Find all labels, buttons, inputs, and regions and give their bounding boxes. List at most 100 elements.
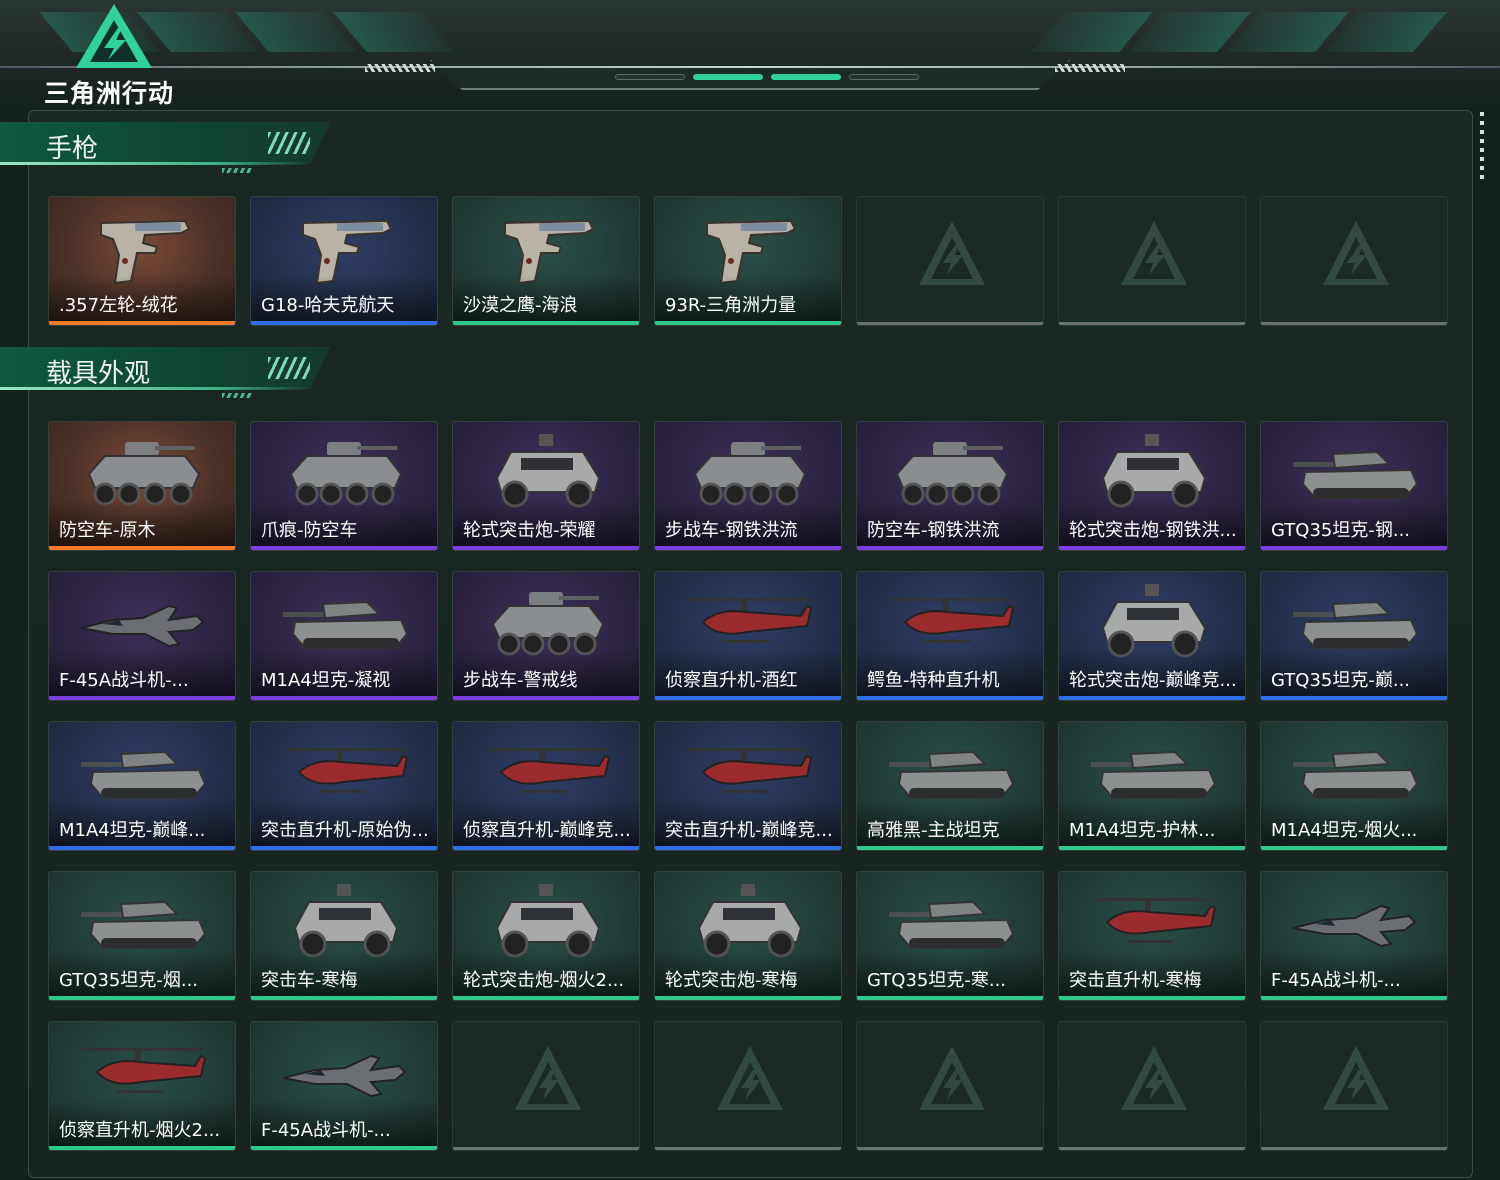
skin-card[interactable]: GTQ35坦克-巅... xyxy=(1260,571,1448,701)
quality-underline xyxy=(49,321,235,325)
skin-card-label: 突击直升机-原始伪... xyxy=(261,820,429,841)
skin-card[interactable]: 轮式突击炮-钢铁洪... xyxy=(1058,421,1246,551)
skin-card-label: 沙漠之鹰-海浪 xyxy=(463,295,578,316)
quality-underline xyxy=(1261,1147,1447,1150)
skin-card-label: GTQ35坦克-钢... xyxy=(1271,520,1411,541)
skin-card[interactable]: 防空车-钢铁洪流 xyxy=(856,421,1044,551)
section-header-pistols: 手枪 xyxy=(0,122,330,178)
skin-card-label: 侦察直升机-巅峰竞... xyxy=(463,820,631,841)
skin-card[interactable]: 突击车-寒梅 xyxy=(250,871,438,1001)
quality-underline xyxy=(1059,696,1245,700)
quality-underline xyxy=(655,696,841,700)
header-stripes-right xyxy=(1031,12,1447,52)
placeholder-logo-icon xyxy=(919,1046,985,1110)
vehicle-grid: 防空车-原木 爪痕-防空车轮式突击炮-荣耀 步战车-钢铁洪流 防空车-钢铁洪流轮式突击… xyxy=(48,421,1448,1151)
skin-card-label: GTQ35坦克-巅... xyxy=(1271,670,1411,691)
skin-card-label: 侦察直升机-酒红 xyxy=(665,670,798,691)
quality-underline xyxy=(453,321,639,325)
skin-card[interactable]: 侦察直升机-酒红 xyxy=(654,571,842,701)
scrollbar[interactable] xyxy=(1480,112,1484,182)
skin-card[interactable]: 步战车-警戒线 xyxy=(452,571,640,701)
skin-card-label: 轮式突击炮-荣耀 xyxy=(463,520,596,541)
skin-card-label: 步战车-警戒线 xyxy=(463,670,578,691)
skin-card[interactable]: M1A4坦克-巅峰... xyxy=(48,721,236,851)
quality-underline xyxy=(49,996,235,1000)
skin-card-label: .357左轮-绒花 xyxy=(59,295,178,316)
skin-card[interactable]: GTQ35坦克-寒... xyxy=(856,871,1044,1001)
skin-card-label: 轮式突击炮-巅峰竞... xyxy=(1069,670,1237,691)
quality-underline xyxy=(251,696,437,700)
skin-card[interactable]: M1A4坦克-烟火... xyxy=(1260,721,1448,851)
skin-card-label: 高雅黑-主战坦克 xyxy=(867,820,1000,841)
quality-underline xyxy=(1059,846,1245,850)
page-indicator xyxy=(615,74,919,80)
skin-card[interactable]: M1A4坦克-护林... xyxy=(1058,721,1246,851)
quality-underline xyxy=(1261,696,1447,700)
skin-card[interactable]: M1A4坦克-凝视 xyxy=(250,571,438,701)
skin-card[interactable]: 轮式突击炮-巅峰竞... xyxy=(1058,571,1246,701)
quality-underline xyxy=(251,996,437,1000)
quality-underline xyxy=(857,996,1043,1000)
skin-card[interactable]: 沙漠之鹰-海浪 xyxy=(452,196,640,326)
placeholder-logo-icon xyxy=(1323,221,1389,285)
skin-card[interactable]: 突击直升机-巅峰竞... xyxy=(654,721,842,851)
placeholder-logo-icon xyxy=(1121,1046,1187,1110)
quality-underline xyxy=(857,546,1043,550)
header-hatch-left xyxy=(365,64,435,72)
skin-card[interactable]: GTQ35坦克-钢... xyxy=(1260,421,1448,551)
section-title: 载具外观 xyxy=(46,359,151,389)
skin-card-label: 侦察直升机-烟火2... xyxy=(59,1120,221,1141)
skin-card[interactable]: F-45A战斗机-... xyxy=(48,571,236,701)
placeholder-logo-icon xyxy=(717,1046,783,1110)
quality-underline xyxy=(251,1146,437,1150)
skin-card[interactable]: 侦察直升机-烟火2... xyxy=(48,1021,236,1151)
skin-card-label: M1A4坦克-烟火... xyxy=(1271,820,1418,841)
quality-underline xyxy=(655,321,841,325)
skin-card[interactable]: .357左轮-绒花 xyxy=(48,196,236,326)
quality-underline xyxy=(1059,322,1245,325)
empty-slot xyxy=(1260,196,1448,326)
quality-underline xyxy=(655,1147,841,1150)
skin-card-label: F-45A战斗机-... xyxy=(59,670,189,691)
skin-card[interactable]: 爪痕-防空车 xyxy=(250,421,438,551)
quality-underline xyxy=(49,1146,235,1150)
skin-card[interactable]: 步战车-钢铁洪流 xyxy=(654,421,842,551)
skin-card[interactable]: F-45A战斗机-... xyxy=(1260,871,1448,1001)
skin-card[interactable]: 鳄鱼-特种直升机 xyxy=(856,571,1044,701)
quality-underline xyxy=(857,322,1043,325)
skin-card[interactable]: 突击直升机-原始伪... xyxy=(250,721,438,851)
quality-underline xyxy=(49,546,235,550)
skin-card-label: GTQ35坦克-烟... xyxy=(59,970,199,991)
quality-underline xyxy=(453,546,639,550)
skin-card-label: G18-哈夫克航天 xyxy=(261,295,395,316)
empty-slot xyxy=(856,196,1044,326)
empty-slot xyxy=(1058,1021,1246,1151)
quality-underline xyxy=(1261,546,1447,550)
skin-card[interactable]: G18-哈夫克航天 xyxy=(250,196,438,326)
skin-card-label: M1A4坦克-巅峰... xyxy=(59,820,206,841)
skin-card-label: 轮式突击炮-钢铁洪... xyxy=(1069,520,1237,541)
skin-card-label: 轮式突击炮-烟火2... xyxy=(463,970,625,991)
skin-card[interactable]: 侦察直升机-巅峰竞... xyxy=(452,721,640,851)
quality-underline xyxy=(453,1147,639,1150)
empty-slot xyxy=(654,1021,842,1151)
empty-slot xyxy=(1058,196,1246,326)
quality-underline xyxy=(251,546,437,550)
quality-underline xyxy=(1261,846,1447,850)
skin-card[interactable]: 轮式突击炮-烟火2... xyxy=(452,871,640,1001)
placeholder-logo-icon xyxy=(919,221,985,285)
quality-underline xyxy=(453,696,639,700)
skin-card[interactable]: F-45A战斗机-... xyxy=(250,1021,438,1151)
skin-card[interactable]: 防空车-原木 xyxy=(48,421,236,551)
skin-card[interactable]: 轮式突击炮-寒梅 xyxy=(654,871,842,1001)
quality-underline xyxy=(1059,1147,1245,1150)
skin-card[interactable]: 93R-三角洲力量 xyxy=(654,196,842,326)
placeholder-logo-icon xyxy=(515,1046,581,1110)
skin-card[interactable]: 突击直升机-寒梅 xyxy=(1058,871,1246,1001)
quality-underline xyxy=(49,696,235,700)
game-logo: 三角洲行动 xyxy=(44,2,194,108)
skin-card-label: GTQ35坦克-寒... xyxy=(867,970,1007,991)
skin-card[interactable]: GTQ35坦克-烟... xyxy=(48,871,236,1001)
skin-card[interactable]: 高雅黑-主战坦克 xyxy=(856,721,1044,851)
skin-card[interactable]: 轮式突击炮-荣耀 xyxy=(452,421,640,551)
